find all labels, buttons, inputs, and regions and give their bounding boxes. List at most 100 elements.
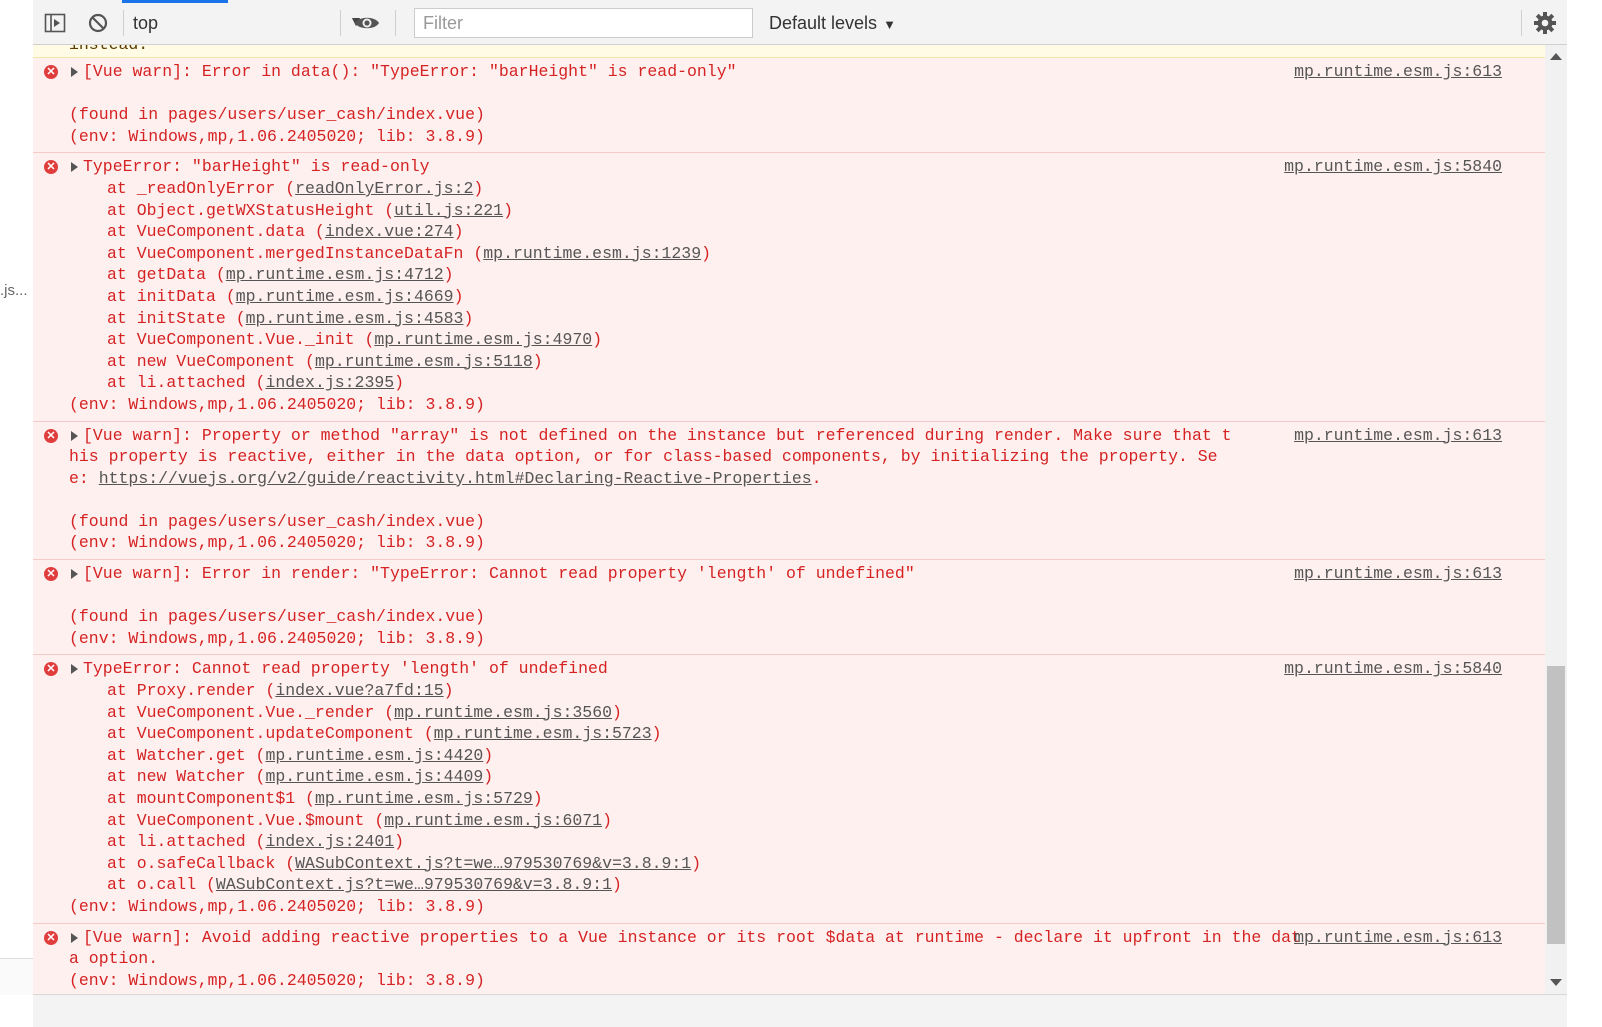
source-link[interactable]: mp.runtime.esm.js:613 [1294,563,1502,585]
stack-frame-link[interactable]: mp.runtime.esm.js:1239 [483,244,701,263]
error-icon: ✕ [44,428,58,443]
scrollbar-thumb[interactable] [1547,666,1565,944]
message-env: (env: Windows,mp,1.06.2405020; lib: 3.8.… [69,970,485,990]
stack-frame-end: ) [532,789,543,808]
stack-frame-function: at Object.getWXStatusHeight ( [107,200,395,220]
stack-frame-link[interactable]: mp.runtime.esm.js:6071 [384,811,602,830]
stack-frame: at Proxy.render (index.vue?a7fd:15) [69,680,1502,702]
stack-frame: at li.attached (index.js:2395) [69,372,1502,394]
sidebar-toggle-icon[interactable] [43,11,67,35]
stack-frame-link[interactable]: WASubContext.js?t=we…979530769&v=3.8.9:1 [295,854,691,873]
message-title: [Vue warn]: Property or method "array" i… [69,425,1502,490]
source-link[interactable]: mp.runtime.esm.js:613 [1294,425,1502,447]
expand-triangle-icon[interactable] [71,430,78,441]
stack-frame-end: ) [503,200,513,220]
stack-frame-end: ) [453,222,464,242]
console-error-message[interactable]: ✕ mp.runtime.esm.js:613 [Vue warn]: Erro… [33,560,1545,656]
stack-frame-link[interactable]: mp.runtime.esm.js:4712 [226,265,444,284]
stack-trace: at _readOnlyError (readOnlyError.js:2) at… [69,178,1502,394]
stack-frame-end: ) [483,767,494,787]
scroll-up-arrow-icon[interactable] [1550,53,1562,60]
toolbar-divider [1521,10,1522,36]
filter-input[interactable]: Filter [414,8,753,38]
stack-frame: at VueComponent.data (index.vue:274) [69,221,1502,243]
error-icon: ✕ [44,160,58,175]
message-env: (env: Windows,mp,1.06.2405020; lib: 3.8.… [69,394,485,414]
stack-frame-link[interactable]: mp.runtime.esm.js:4669 [236,287,454,306]
source-link[interactable]: mp.runtime.esm.js:5840 [1284,658,1502,680]
stack-frame-function: at initState ( [107,308,246,328]
stack-frame: at new VueComponent (mp.runtime.esm.js:5… [69,351,1502,373]
stack-frame-link[interactable]: mp.runtime.esm.js:5118 [315,352,533,371]
stack-frame-end: ) [701,243,712,263]
console-error-message[interactable]: ✕ mp.runtime.esm.js:5840 TypeError: "bar… [33,153,1545,422]
error-icon: ✕ [44,930,58,945]
live-expression-eye-icon[interactable] [353,11,381,35]
error-icon: ✕ [44,567,58,582]
warning-tail-text: instead. [69,45,148,54]
stack-frame-link[interactable]: index.vue:274 [325,222,454,241]
stack-frame-end: ) [483,745,494,765]
stack-frame-link[interactable]: index.js:2395 [265,373,394,392]
source-link[interactable]: mp.runtime.esm.js:5840 [1284,156,1502,178]
toolbar-divider [340,10,341,36]
stack-frame-link[interactable]: mp.runtime.esm.js:5729 [315,789,533,808]
stack-frame: at new Watcher (mp.runtime.esm.js:4409) [69,766,1502,788]
message-found: (found in pages/users/user_cash/index.vu… [69,511,485,531]
console-messages[interactable]: instead. ✕ mp.runtime.esm.js:613 [Vue wa… [33,45,1545,994]
stack-frame-link[interactable]: mp.runtime.esm.js:5723 [434,724,652,743]
stack-frame-function: at VueComponent.Vue._render ( [107,702,395,722]
message-env: (env: Windows,mp,1.06.2405020; lib: 3.8.… [69,628,485,648]
stack-frame-function: at VueComponent.updateComponent ( [107,724,434,744]
source-link[interactable]: mp.runtime.esm.js:613 [1294,61,1502,83]
warning-message-tail: instead. [33,45,1545,58]
stack-frame: at VueComponent.updateComponent (mp.runt… [69,723,1502,745]
source-link[interactable]: mp.runtime.esm.js:613 [1294,927,1502,949]
context-select[interactable]: top ▼ [133,8,375,38]
stack-frame-function: at new VueComponent ( [107,351,315,371]
stack-frame-function: at li.attached ( [107,832,266,852]
stack-frame-link[interactable]: mp.runtime.esm.js:3560 [394,703,612,722]
stack-frame-link[interactable]: index.vue?a7fd:15 [275,681,443,700]
settings-gear-icon[interactable] [1532,10,1558,36]
left-panel-truncated-text: .js... [0,282,28,299]
stack-frame-link[interactable]: mp.runtime.esm.js:4583 [246,309,464,328]
left-panel: .js... [0,0,34,1026]
console-error-message[interactable]: ✕ mp.runtime.esm.js:613 [Vue warn]: Prop… [33,421,1545,561]
docs-link[interactable]: https://vuejs.org/v2/guide/reactivity.ht… [99,469,812,488]
message-env: (env: Windows,mp,1.06.2405020; lib: 3.8.… [69,126,485,146]
chevron-down-icon: ▼ [883,17,896,32]
message-found: (found in pages/users/user_cash/index.vu… [69,607,485,627]
stack-frame-link[interactable]: WASubContext.js?t=we…979530769&v=3.8.9:1 [216,875,612,894]
stack-frame-function: at Watcher.get ( [107,745,266,765]
stack-frame-function: at initData ( [107,286,236,306]
log-levels-label: Default levels [769,13,878,33]
stack-frame-function: at o.call ( [107,875,216,895]
message-title: [Vue warn]: Error in render: "TypeError:… [83,564,915,584]
console-scrollbar[interactable] [1545,45,1567,994]
stack-frame-link[interactable]: mp.runtime.esm.js:4420 [265,746,483,765]
scroll-down-arrow-icon[interactable] [1550,979,1562,986]
expand-triangle-icon[interactable] [71,67,78,77]
stack-frame-link[interactable]: index.js:2401 [265,832,394,851]
stack-frame-function: at li.attached ( [107,373,266,393]
stack-frame-link[interactable]: mp.runtime.esm.js:4970 [374,330,592,349]
console-error-message[interactable]: ✕ mp.runtime.esm.js:613 [Vue warn]: Avoi… [33,923,1545,994]
stack-frame: at initData (mp.runtime.esm.js:4669) [69,286,1502,308]
expand-triangle-icon[interactable] [71,932,78,943]
stack-frame-link[interactable]: util.js:221 [394,201,503,220]
stack-frame: at VueComponent.Vue._init (mp.runtime.es… [69,329,1502,351]
stack-frame-end: ) [691,853,702,873]
message-env: (env: Windows,mp,1.06.2405020; lib: 3.8.… [69,896,485,916]
console-error-message[interactable]: ✕ mp.runtime.esm.js:613 [Vue warn]: Erro… [33,58,1545,154]
stack-frame-link[interactable]: mp.runtime.esm.js:4409 [265,767,483,786]
expand-triangle-icon[interactable] [71,162,78,173]
console-toolbar: top ▼ Filter Default levels ▼ [33,0,1602,45]
stack-frame: at Object.getWXStatusHeight (util.js:221… [69,200,1502,222]
console-error-message[interactable]: ✕ mp.runtime.esm.js:5840 TypeError: Cann… [33,655,1545,924]
stack-frame-link[interactable]: readOnlyError.js:2 [295,179,473,198]
log-levels-dropdown[interactable]: Default levels ▼ [769,8,896,38]
expand-triangle-icon[interactable] [71,664,78,675]
clear-console-icon[interactable] [86,11,110,35]
expand-triangle-icon[interactable] [71,569,78,580]
